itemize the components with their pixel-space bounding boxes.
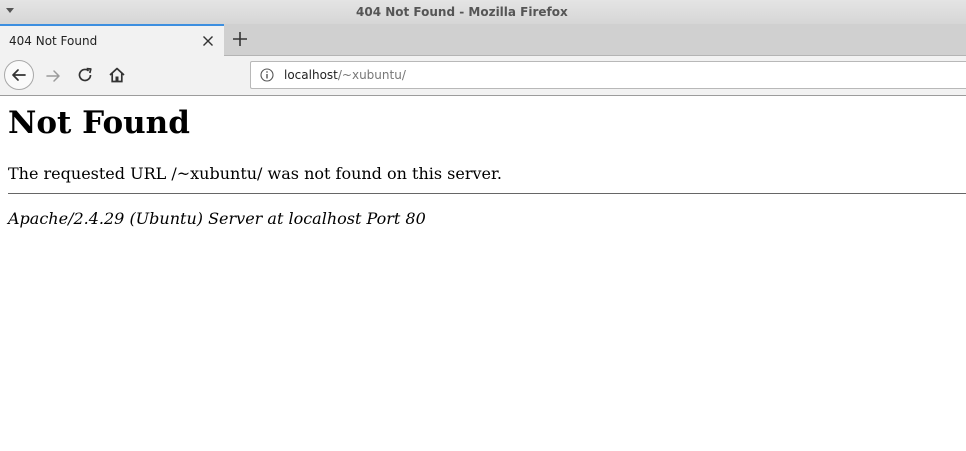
back-arrow-icon bbox=[12, 69, 26, 81]
home-icon[interactable] bbox=[108, 66, 126, 84]
page-heading: Not Found bbox=[8, 105, 190, 141]
reload-icon[interactable] bbox=[76, 66, 94, 84]
url-bar[interactable]: localhost/~xubuntu/ bbox=[250, 61, 966, 89]
url-path: /~xubuntu/ bbox=[337, 68, 406, 82]
tab-label: 404 Not Found bbox=[9, 34, 98, 48]
site-info-icon[interactable] bbox=[260, 68, 274, 82]
url-host: localhost bbox=[284, 68, 338, 82]
window-title: 404 Not Found - Mozilla Firefox bbox=[356, 5, 568, 19]
server-signature: Apache/2.4.29 (Ubuntu) Server at localho… bbox=[8, 209, 426, 228]
tab-404-not-found[interactable]: 404 Not Found bbox=[0, 24, 224, 56]
url-text[interactable]: localhost/~xubuntu/ bbox=[284, 68, 406, 82]
divider bbox=[8, 193, 966, 194]
error-message: The requested URL /~xubuntu/ was not fou… bbox=[8, 164, 502, 183]
window-titlebar: 404 Not Found - Mozilla Firefox bbox=[0, 0, 966, 24]
tab-strip: 404 Not Found bbox=[0, 24, 966, 56]
close-tab-icon[interactable] bbox=[202, 35, 214, 47]
forward-arrow-icon[interactable] bbox=[44, 67, 62, 85]
new-tab-icon[interactable] bbox=[231, 30, 249, 48]
page-content: Not Found The requested URL /~xubuntu/ w… bbox=[0, 96, 966, 451]
navigation-toolbar: localhost/~xubuntu/ bbox=[0, 56, 966, 96]
back-button[interactable] bbox=[4, 60, 34, 90]
